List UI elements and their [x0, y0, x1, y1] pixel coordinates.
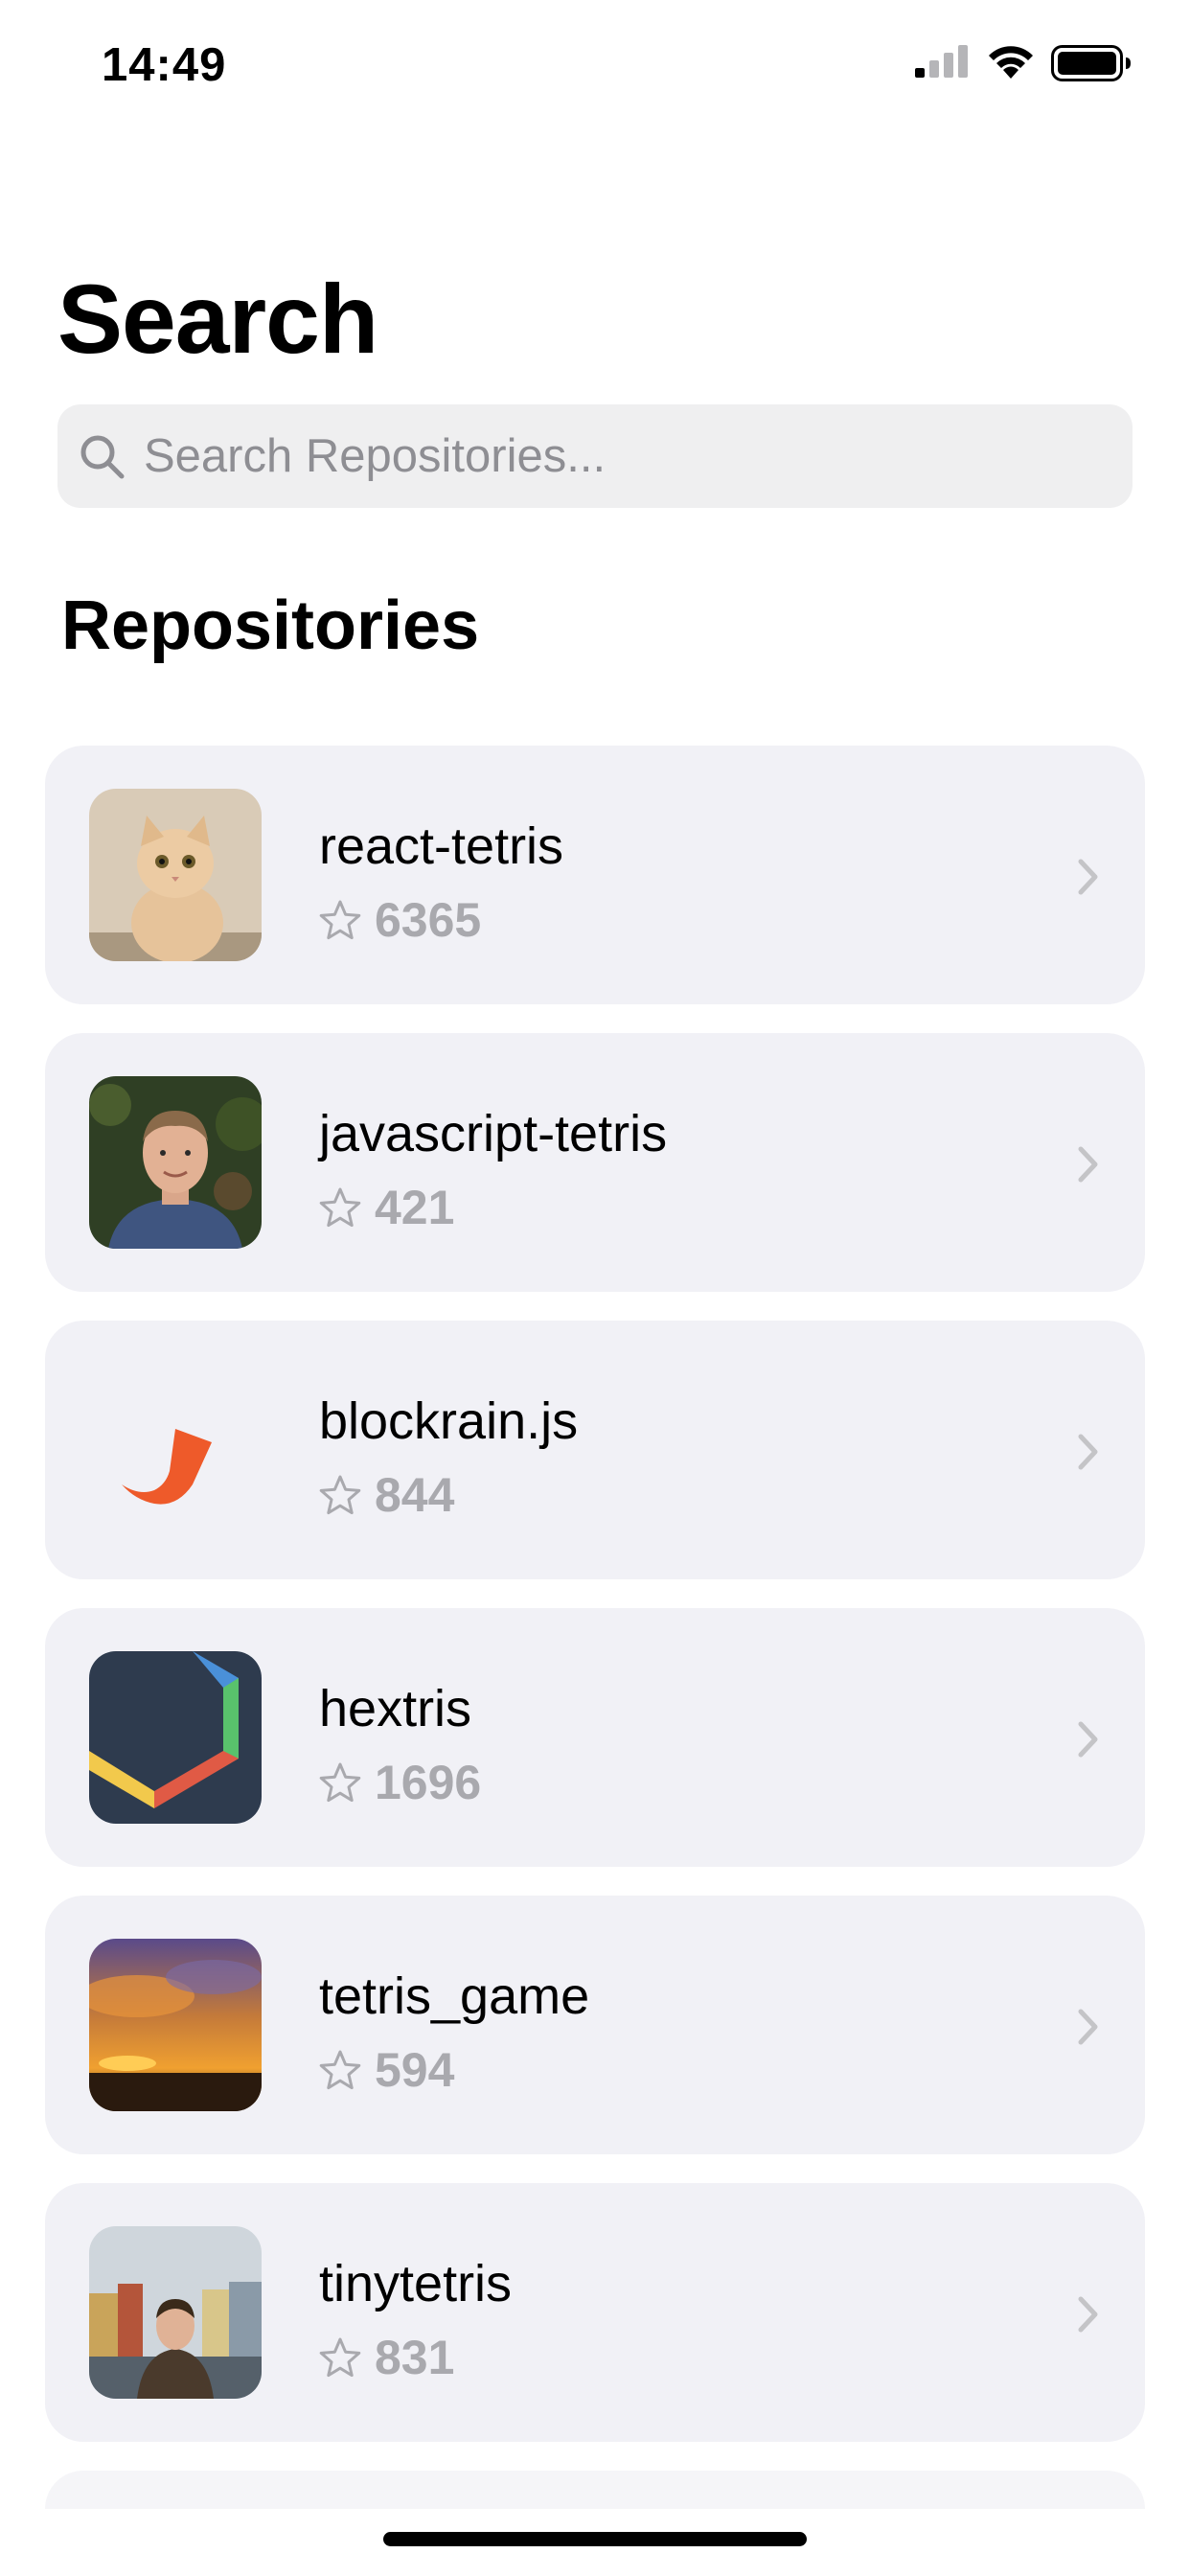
- chevron-right-icon: [1078, 2009, 1098, 2045]
- repository-row[interactable]: react-tetris 6365: [45, 746, 1145, 1004]
- repository-stars: 1696: [319, 1759, 481, 1806]
- repository-row[interactable]: tinytetris 831: [45, 2183, 1145, 2442]
- home-indicator[interactable]: [383, 2532, 807, 2546]
- repository-name: tetris_game: [319, 1967, 590, 2025]
- section-heading: Repositories: [61, 587, 480, 664]
- repository-list: react-tetris 6365 javascript-tetris 421 …: [45, 746, 1145, 2471]
- repository-row[interactable]: blockrain.js 844: [45, 1321, 1145, 1579]
- star-icon: [319, 1187, 361, 1228]
- repository-stars: 6365: [319, 896, 481, 944]
- chevron-right-icon: [1078, 1721, 1098, 1758]
- repository-stars: 421: [319, 1184, 454, 1231]
- repository-name: javascript-tetris: [319, 1105, 668, 1162]
- status-bar: 14:49: [0, 0, 1190, 129]
- repository-name: react-tetris: [319, 817, 564, 875]
- battery-icon: [1051, 45, 1131, 81]
- sunset-avatar: [89, 1939, 262, 2111]
- repository-row[interactable]: tetris_game 594: [45, 1896, 1145, 2154]
- repository-row[interactable]: hextris 1696: [45, 1608, 1145, 1867]
- star-icon: [319, 1475, 361, 1515]
- star-count: 594: [375, 2043, 455, 2097]
- chevron-right-icon: [1078, 1146, 1098, 1183]
- search-icon: [80, 435, 125, 479]
- star-count: 421: [375, 1181, 455, 1234]
- search-input[interactable]: [144, 404, 1111, 508]
- chevron-right-icon: [1078, 2296, 1098, 2333]
- repository-stars: 844: [319, 1471, 454, 1519]
- status-time: 14:49: [102, 39, 227, 91]
- repository-stars: 831: [319, 2334, 454, 2381]
- person-avatar: [89, 1076, 262, 1249]
- star-icon: [319, 2050, 361, 2090]
- repository-stars: 594: [319, 2046, 454, 2094]
- cat-avatar: [89, 789, 262, 961]
- search-bar[interactable]: [57, 404, 1133, 508]
- star-count: 844: [375, 1468, 455, 1522]
- star-icon: [319, 900, 361, 940]
- page-title: Search: [57, 264, 378, 374]
- chevron-right-icon: [1078, 859, 1098, 895]
- repository-name: blockrain.js: [319, 1392, 579, 1450]
- repository-name: tinytetris: [319, 2255, 513, 2312]
- star-count: 831: [375, 2331, 455, 2384]
- hexagon-logo-avatar: [89, 1651, 262, 1824]
- orange-logo-avatar: [89, 1364, 262, 1536]
- star-icon: [319, 2337, 361, 2378]
- cellular-signal-icon: [915, 45, 968, 78]
- star-count: 6365: [375, 893, 482, 947]
- star-icon: [319, 1762, 361, 1803]
- star-count: 1696: [375, 1756, 482, 1809]
- chevron-right-icon: [1078, 1434, 1098, 1470]
- city-person-avatar: [89, 2226, 262, 2399]
- repository-row[interactable]: javascript-tetris 421: [45, 1033, 1145, 1292]
- wifi-icon: [989, 46, 1033, 79]
- repository-row-partial[interactable]: [45, 2471, 1145, 2509]
- repository-name: hextris: [319, 1680, 472, 1737]
